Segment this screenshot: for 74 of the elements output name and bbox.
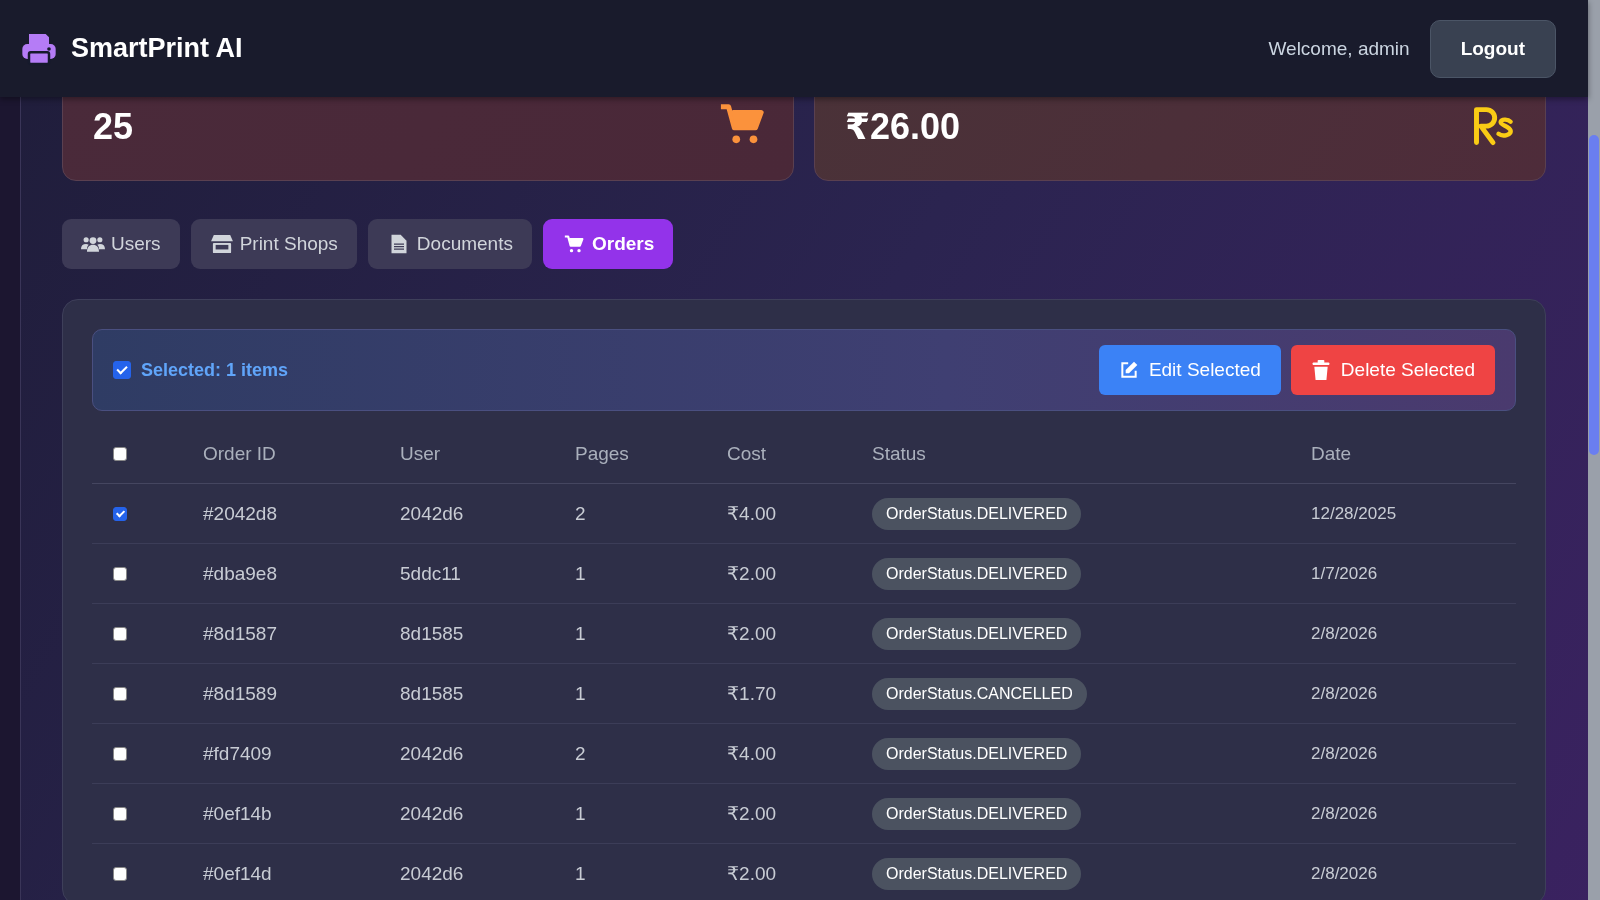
order-id: #8d1587 <box>202 603 399 664</box>
column-header: Cost <box>726 425 871 484</box>
table-cell: 1 <box>574 783 726 844</box>
cost-cell: ₹2.00 <box>726 783 871 844</box>
column-header: Date <box>1310 425 1516 484</box>
table-cell: 2/8/2026 <box>1310 723 1516 784</box>
cost-cell: ₹2.00 <box>726 843 871 900</box>
cost-cell: ₹1.70 <box>726 663 871 724</box>
table-cell: 8d1585 <box>399 663 574 724</box>
table-cell: 2/8/2026 <box>1310 843 1516 900</box>
logout-button[interactable]: Logout <box>1429 19 1556 78</box>
status-badge: OrderStatus.DELIVERED <box>872 617 1082 650</box>
table-cell: 1 <box>574 843 726 900</box>
trash-icon <box>1310 360 1331 380</box>
checkbox[interactable] <box>113 626 127 641</box>
checkbox[interactable] <box>113 746 127 761</box>
cost-cell: ₹2.00 <box>726 603 871 664</box>
status-badge: OrderStatus.DELIVERED <box>872 857 1082 890</box>
column-header: User <box>399 425 574 484</box>
table-cell: 2042d6 <box>399 483 574 544</box>
table-cell: 1 <box>574 603 726 664</box>
tab[interactable]: Users <box>62 219 180 269</box>
status-badge: OrderStatus.DELIVERED <box>872 737 1082 770</box>
checkbox[interactable] <box>113 447 127 461</box>
app-title: SmartPrint AI <box>71 33 243 64</box>
cost-cell: ₹2.00 <box>726 543 871 604</box>
order-id: #2042d8 <box>202 483 399 544</box>
tab[interactable]: Orders <box>542 219 674 269</box>
cost-cell: ₹4.00 <box>726 483 871 544</box>
table-cell: 2042d6 <box>399 783 574 844</box>
table-cell: 2042d6 <box>399 843 574 900</box>
order-id: #0ef14b <box>202 783 399 844</box>
column-header: Status <box>871 425 1310 484</box>
selection-count: Selected: 1 items <box>141 359 289 381</box>
table-cell: 2/8/2026 <box>1310 603 1516 664</box>
tab[interactable]: Print Shops <box>190 219 357 269</box>
table-cell: 12/28/2025 <box>1310 483 1516 544</box>
table-cell: 2 <box>574 483 726 544</box>
column-header: Pages <box>574 425 726 484</box>
table-cell: 2 <box>574 723 726 784</box>
scrollbar[interactable] <box>1588 0 1600 900</box>
stat-value: 25 <box>93 106 134 148</box>
stat-value: ₹26.00 <box>845 106 961 148</box>
welcome-text: Welcome, admin <box>1268 37 1410 60</box>
edit-icon <box>1118 360 1139 380</box>
table-cell: 2/8/2026 <box>1310 783 1516 844</box>
checkbox[interactable] <box>113 361 131 379</box>
order-id: #0ef14d <box>202 843 399 900</box>
column-header: Order ID <box>202 425 399 484</box>
table-cell: 2042d6 <box>399 723 574 784</box>
order-id: #fd7409 <box>202 723 399 784</box>
table-cell: 2/8/2026 <box>1310 663 1516 724</box>
table-cell: 1 <box>574 663 726 724</box>
table-cell: 1/7/2026 <box>1310 543 1516 604</box>
edit-selected-button[interactable]: Edit Selected <box>1098 345 1281 395</box>
status-badge: OrderStatus.DELIVERED <box>872 557 1082 590</box>
cost-cell: ₹4.00 <box>726 723 871 784</box>
checkbox[interactable] <box>113 806 127 821</box>
order-id: #8d1589 <box>202 663 399 724</box>
store-icon <box>209 234 234 254</box>
checkbox[interactable] <box>113 566 127 581</box>
tab[interactable]: Documents <box>367 219 532 269</box>
people-icon <box>81 234 105 254</box>
status-badge: OrderStatus.CANCELLED <box>872 677 1087 710</box>
order-id: #dba9e8 <box>202 543 399 604</box>
delete-selected-button[interactable]: Delete Selected <box>1290 345 1495 395</box>
checkbox[interactable] <box>113 686 127 701</box>
checkbox[interactable] <box>113 866 127 881</box>
status-badge: OrderStatus.DELIVERED <box>872 497 1082 530</box>
table-cell: 5ddc11 <box>399 543 574 604</box>
status-badge: OrderStatus.DELIVERED <box>872 797 1082 830</box>
table-cell: 1 <box>574 543 726 604</box>
checkbox[interactable] <box>113 506 127 521</box>
table-cell: 8d1585 <box>399 603 574 664</box>
